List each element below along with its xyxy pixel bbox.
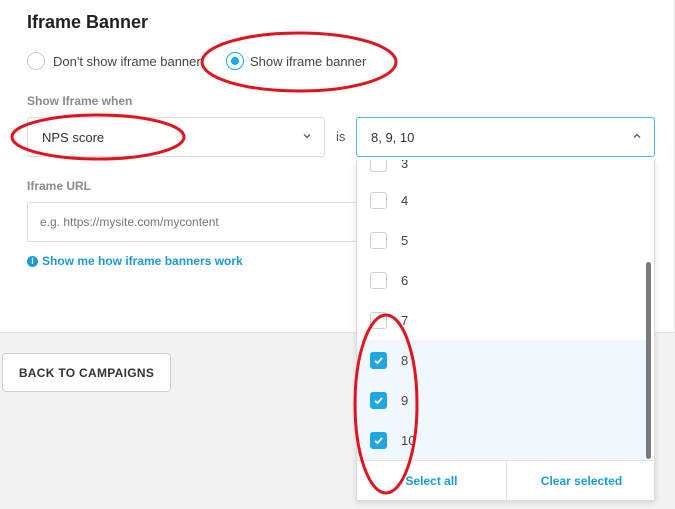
select-all-button[interactable]: Select all: [357, 461, 506, 500]
chevron-down-icon: [302, 131, 312, 144]
checkbox[interactable]: [370, 231, 387, 249]
info-icon: i: [27, 255, 38, 267]
chevron-up-icon: [632, 131, 642, 144]
help-link[interactable]: i Show me how iframe banners work: [27, 254, 243, 268]
clear-selected-button[interactable]: Clear selected: [506, 461, 654, 500]
iframe-url-input[interactable]: [27, 202, 362, 242]
checkbox[interactable]: [370, 271, 387, 289]
dropdown-footer: Select all Clear selected: [357, 460, 654, 500]
dropdown-option-label: 3: [401, 160, 409, 171]
check-icon[interactable]: [370, 431, 387, 449]
help-link-text: Show me how iframe banners work: [42, 254, 243, 268]
dropdown-option[interactable]: 6: [357, 260, 647, 300]
dropdown-option-label: 4: [401, 192, 409, 208]
checkbox[interactable]: [370, 160, 387, 172]
show-when-label: Show Iframe when: [27, 94, 133, 108]
check-icon[interactable]: [370, 391, 387, 409]
radio-circle-show[interactable]: [226, 52, 244, 70]
radio-label-dont-show: Don't show iframe banner: [53, 53, 201, 69]
dropdown-option-label: 7: [401, 312, 409, 328]
dropdown-option[interactable]: 5: [357, 220, 647, 260]
operator-label: is: [336, 129, 346, 144]
dropdown-option[interactable]: 9: [357, 380, 647, 420]
field-select-value: NPS score: [42, 129, 105, 145]
radio-show[interactable]: Show iframe banner: [226, 52, 366, 70]
dropdown-option[interactable]: 10: [357, 420, 647, 460]
checkbox[interactable]: [370, 311, 387, 329]
dropdown-option-label: 10: [401, 432, 416, 448]
value-multiselect[interactable]: 8, 9, 10: [356, 117, 655, 157]
dropdown-option-label: 5: [401, 232, 409, 248]
radio-label-show: Show iframe banner: [250, 53, 367, 69]
dropdown-scrollbar[interactable]: [646, 262, 651, 459]
dropdown-option-label: 8: [401, 352, 409, 368]
check-icon[interactable]: [370, 351, 387, 369]
checkbox[interactable]: [370, 191, 387, 209]
dropdown-option[interactable]: 8: [357, 340, 647, 380]
value-multiselect-value: 8, 9, 10: [371, 129, 415, 145]
field-select[interactable]: NPS score: [27, 117, 325, 157]
iframe-url-label: Iframe URL: [27, 179, 92, 193]
dropdown-option-label: 6: [401, 272, 409, 288]
radio-circle-dont-show[interactable]: [27, 52, 45, 70]
dropdown-option[interactable]: 4: [357, 180, 647, 220]
section-title: Iframe Banner: [27, 12, 149, 32]
radio-dont-show[interactable]: Don't show iframe banner: [27, 52, 201, 70]
dropdown-option-label: 9: [401, 392, 409, 408]
dropdown-option[interactable]: 7: [357, 300, 647, 340]
value-dropdown: 3 4 5 6 7 8 9 10 Select all Clear selected: [356, 160, 655, 501]
back-to-campaigns-button[interactable]: BACK TO CAMPAIGNS: [2, 353, 171, 392]
